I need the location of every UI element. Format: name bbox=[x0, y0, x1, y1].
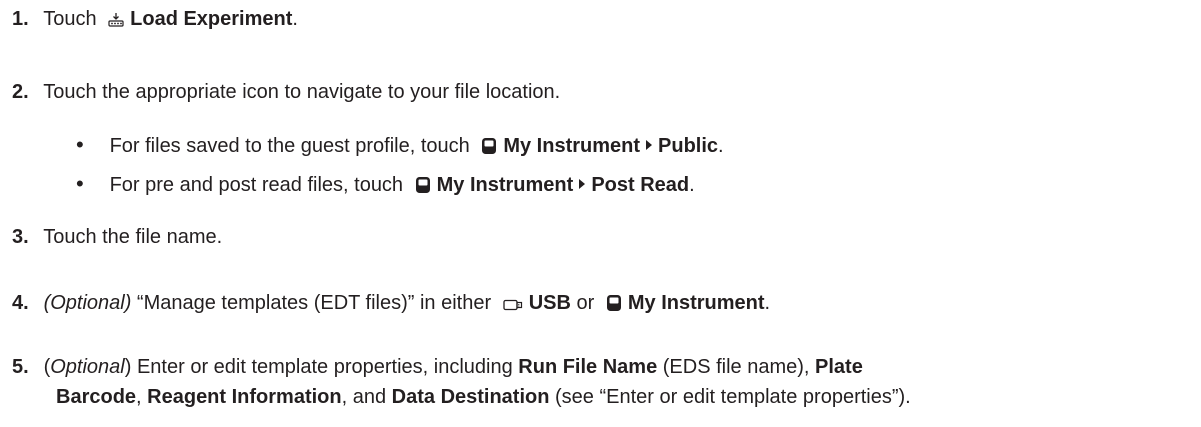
my-instrument-icon bbox=[481, 137, 497, 161]
step-number: 2. bbox=[12, 81, 29, 103]
caret-right-icon bbox=[646, 140, 653, 150]
step-text: (Optional) Enter or edit template proper… bbox=[43, 356, 863, 378]
step-text: (Optional) “Manage templates (EDT files)… bbox=[44, 292, 771, 314]
bullet-item: • For files saved to the guest profile, … bbox=[76, 133, 724, 161]
step-number: 1. bbox=[12, 8, 29, 30]
step-text: Touch the appropriate icon to navigate t… bbox=[43, 81, 561, 103]
step-2: 2. Touch the appropriate icon to navigat… bbox=[12, 80, 560, 104]
step-number: 5. bbox=[12, 356, 29, 378]
bullet-dot: • bbox=[76, 171, 84, 196]
load-experiment-icon bbox=[108, 10, 124, 34]
step-text: Touch Load Experiment. bbox=[43, 8, 298, 30]
caret-right-icon bbox=[579, 179, 586, 189]
my-instrument-icon bbox=[606, 294, 622, 318]
step-1: 1. Touch Load Experiment. bbox=[12, 7, 298, 34]
step-5-continuation: Barcode, Reagent Information, and Data D… bbox=[56, 386, 911, 408]
step-number: 4. bbox=[12, 292, 29, 314]
bullet-item: • For pre and post read files, touch My … bbox=[76, 172, 695, 200]
step-number: 3. bbox=[12, 226, 29, 248]
step-text: Touch the file name. bbox=[43, 226, 223, 248]
my-instrument-icon bbox=[415, 176, 431, 200]
step-5: 5. (Optional) Enter or edit template pro… bbox=[12, 355, 863, 379]
step-4: 4. (Optional) “Manage templates (EDT fil… bbox=[12, 291, 770, 318]
step-3: 3. Touch the file name. bbox=[12, 225, 222, 249]
bullet-dot: • bbox=[76, 132, 84, 157]
usb-icon bbox=[503, 294, 523, 318]
